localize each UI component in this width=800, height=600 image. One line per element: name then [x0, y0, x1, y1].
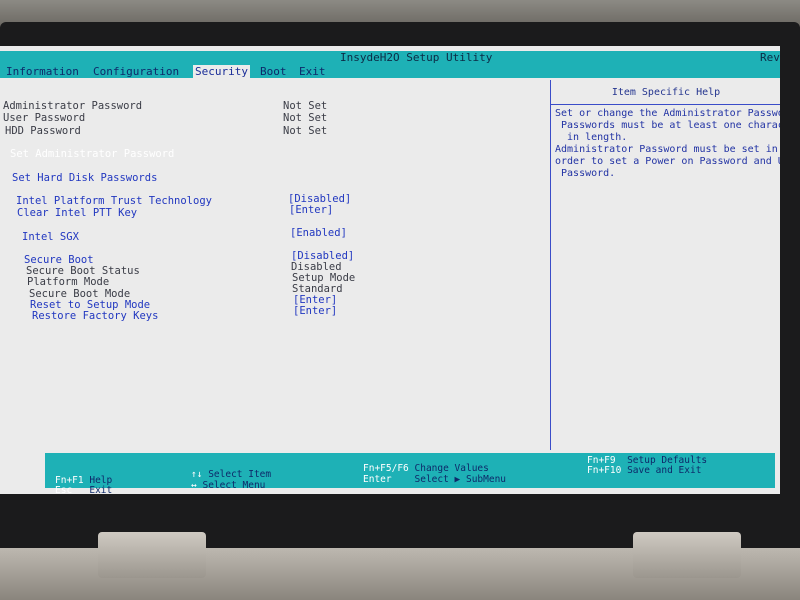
laptop-hinge-right — [633, 532, 741, 578]
intel-ptt-item[interactable]: Intel Platform Trust Technology — [16, 195, 212, 207]
restore-factory-keys-item[interactable]: Restore Factory Keys — [32, 310, 158, 322]
main-panel: Administrator Password Not Set User Pass… — [0, 80, 551, 450]
bios-screen: InsydeH2O Setup Utility Rev. 5. Informat… — [0, 46, 780, 494]
set-hdd-passwords-item[interactable]: Set Hard Disk Passwords — [12, 172, 157, 184]
footer-select-item: ↑↓ Select Item — [191, 469, 272, 480]
admin-password-label: Administrator Password — [3, 100, 143, 112]
menu-configuration[interactable]: Configuration — [91, 65, 181, 78]
intel-sgx-item[interactable]: Intel SGX — [22, 231, 79, 243]
intel-sgx-value[interactable]: [Enabled] — [290, 227, 347, 239]
menu-boot[interactable]: Boot — [258, 65, 289, 78]
hdd-password-value: Not Set — [283, 125, 328, 137]
clear-ptt-key-value[interactable]: [Enter] — [289, 204, 333, 216]
footer-exit: Esc Exit — [55, 485, 113, 494]
help-text: Set or change the Administrator Password… — [555, 108, 780, 179]
hdd-password-label: HDD Password — [5, 125, 81, 137]
clear-ptt-key-item[interactable]: Clear Intel PTT Key — [17, 207, 137, 219]
menu-bar: Information Configuration Security Boot … — [0, 65, 780, 78]
platform-mode-label: Platform Mode — [27, 276, 110, 288]
footer-change-values: Fn+F5/F6 Change Values — [363, 463, 489, 474]
help-panel: Item Specific Help Set or change the Adm… — [550, 80, 780, 450]
set-admin-password-item[interactable]: Set Administrator Password — [10, 148, 174, 160]
footer-select-submenu: Enter Select ▶ SubMenu — [363, 474, 507, 485]
footer-select-menu: ↔ Select Menu — [191, 480, 266, 491]
footer-save-exit: Fn+F10 Save and Exit — [587, 465, 702, 476]
title-bar: InsydeH2O Setup Utility Rev. 5. — [0, 51, 780, 78]
menu-security[interactable]: Security — [193, 65, 250, 78]
user-password-value: Not Set — [283, 112, 328, 124]
footer-keys: Fn+F1 Help Esc Exit ↑↓ Select Item ↔ Sel… — [45, 453, 775, 494]
user-password-label: User Password — [3, 112, 86, 124]
admin-password-value: Not Set — [283, 100, 328, 112]
app-title: InsydeH2O Setup Utility — [340, 51, 493, 64]
laptop-hinge-left — [98, 532, 206, 578]
menu-exit[interactable]: Exit — [297, 65, 328, 78]
help-title: Item Specific Help — [551, 86, 780, 105]
restore-factory-keys-value[interactable]: [Enter] — [293, 305, 337, 317]
menu-information[interactable]: Information — [4, 65, 81, 78]
